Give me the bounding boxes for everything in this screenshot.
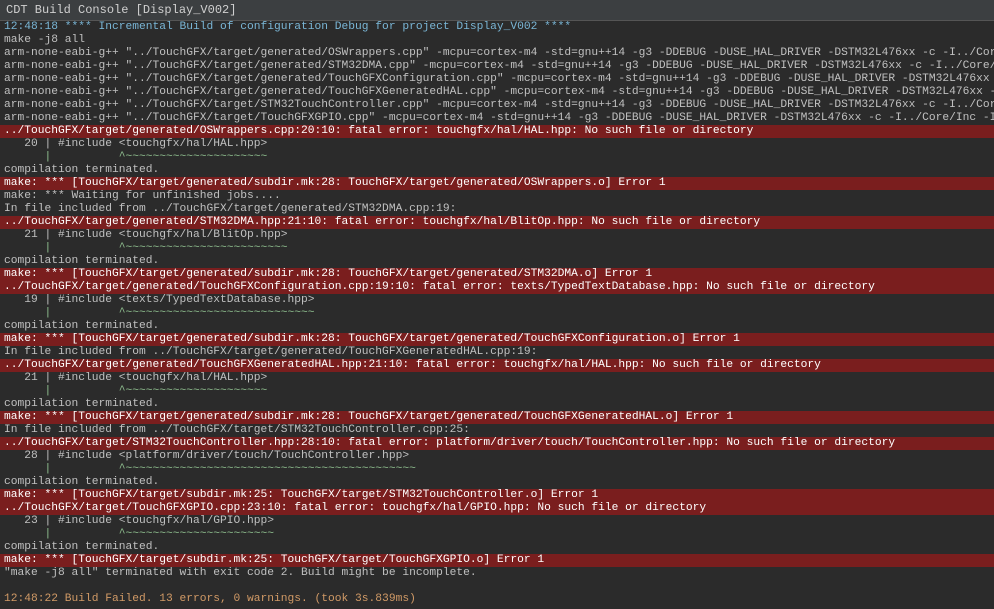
console-line xyxy=(0,580,994,593)
console-line: arm-none-eabi-g++ "../TouchGFX/target/ge… xyxy=(0,47,994,60)
console-line: ../TouchGFX/target/generated/TouchGFXGen… xyxy=(0,359,994,372)
console-line: compilation terminated. xyxy=(0,164,994,177)
console-line: ../TouchGFX/target/generated/OSWrappers.… xyxy=(0,125,994,138)
console-line: 21 | #include <touchgfx/hal/BlitOp.hpp> xyxy=(0,229,994,242)
console-line: compilation terminated. xyxy=(0,320,994,333)
console-view-title: CDT Build Console [Display_V002] xyxy=(0,0,994,21)
console-line: In file included from ../TouchGFX/target… xyxy=(0,346,994,359)
console-line: ../TouchGFX/target/TouchGFXGPIO.cpp:23:1… xyxy=(0,502,994,515)
console-line: make: *** [TouchGFX/target/generated/sub… xyxy=(0,333,994,346)
console-line: 20 | #include <touchgfx/hal/HAL.hpp> xyxy=(0,138,994,151)
console-line: 12:48:18 **** Incremental Build of confi… xyxy=(0,21,994,34)
console-line: make: *** [TouchGFX/target/subdir.mk:25:… xyxy=(0,489,994,502)
console-line: arm-none-eabi-g++ "../TouchGFX/target/ge… xyxy=(0,60,994,73)
console-line: ../TouchGFX/target/generated/TouchGFXCon… xyxy=(0,281,994,294)
console-line: ../TouchGFX/target/generated/STM32DMA.hp… xyxy=(0,216,994,229)
console-line: 21 | #include <touchgfx/hal/HAL.hpp> xyxy=(0,372,994,385)
console-line: 12:48:22 Build Failed. 13 errors, 0 warn… xyxy=(0,593,994,606)
build-console-output[interactable]: 12:48:18 **** Incremental Build of confi… xyxy=(0,21,994,606)
console-line: | ^~~~~~~~~~~~~~~~~~~~~~ xyxy=(0,385,994,398)
console-line: ../TouchGFX/target/STM32TouchController.… xyxy=(0,437,994,450)
console-line: make: *** Waiting for unfinished jobs...… xyxy=(0,190,994,203)
console-line: | ^~~~~~~~~~~~~~~~~~~~~~~~~~~~~~~~~~~~~~… xyxy=(0,463,994,476)
console-title-text: CDT Build Console [Display_V002] xyxy=(6,4,236,17)
console-line: make: *** [TouchGFX/target/subdir.mk:25:… xyxy=(0,554,994,567)
console-line: | ^~~~~~~~~~~~~~~~~~~~~~ xyxy=(0,151,994,164)
console-line: arm-none-eabi-g++ "../TouchGFX/target/ge… xyxy=(0,86,994,99)
console-line: compilation terminated. xyxy=(0,541,994,554)
console-line: arm-none-eabi-g++ "../TouchGFX/target/ge… xyxy=(0,73,994,86)
console-line: | ^~~~~~~~~~~~~~~~~~~~~~~ xyxy=(0,528,994,541)
console-line: 28 | #include <platform/driver/touch/Tou… xyxy=(0,450,994,463)
console-line: "make -j8 all" terminated with exit code… xyxy=(0,567,994,580)
console-line: make: *** [TouchGFX/target/generated/sub… xyxy=(0,177,994,190)
console-line: | ^~~~~~~~~~~~~~~~~~~~~~~~~~~~~ xyxy=(0,307,994,320)
console-line: compilation terminated. xyxy=(0,398,994,411)
console-line: compilation terminated. xyxy=(0,255,994,268)
console-line: In file included from ../TouchGFX/target… xyxy=(0,424,994,437)
console-line: | ^~~~~~~~~~~~~~~~~~~~~~~~~ xyxy=(0,242,994,255)
console-line: make: *** [TouchGFX/target/generated/sub… xyxy=(0,268,994,281)
console-line: make: *** [TouchGFX/target/generated/sub… xyxy=(0,411,994,424)
console-line: 23 | #include <touchgfx/hal/GPIO.hpp> xyxy=(0,515,994,528)
console-line: 19 | #include <texts/TypedTextDatabase.h… xyxy=(0,294,994,307)
console-line: compilation terminated. xyxy=(0,476,994,489)
console-line: arm-none-eabi-g++ "../TouchGFX/target/To… xyxy=(0,112,994,125)
console-line: make -j8 all xyxy=(0,34,994,47)
console-line: arm-none-eabi-g++ "../TouchGFX/target/ST… xyxy=(0,99,994,112)
console-line: In file included from ../TouchGFX/target… xyxy=(0,203,994,216)
